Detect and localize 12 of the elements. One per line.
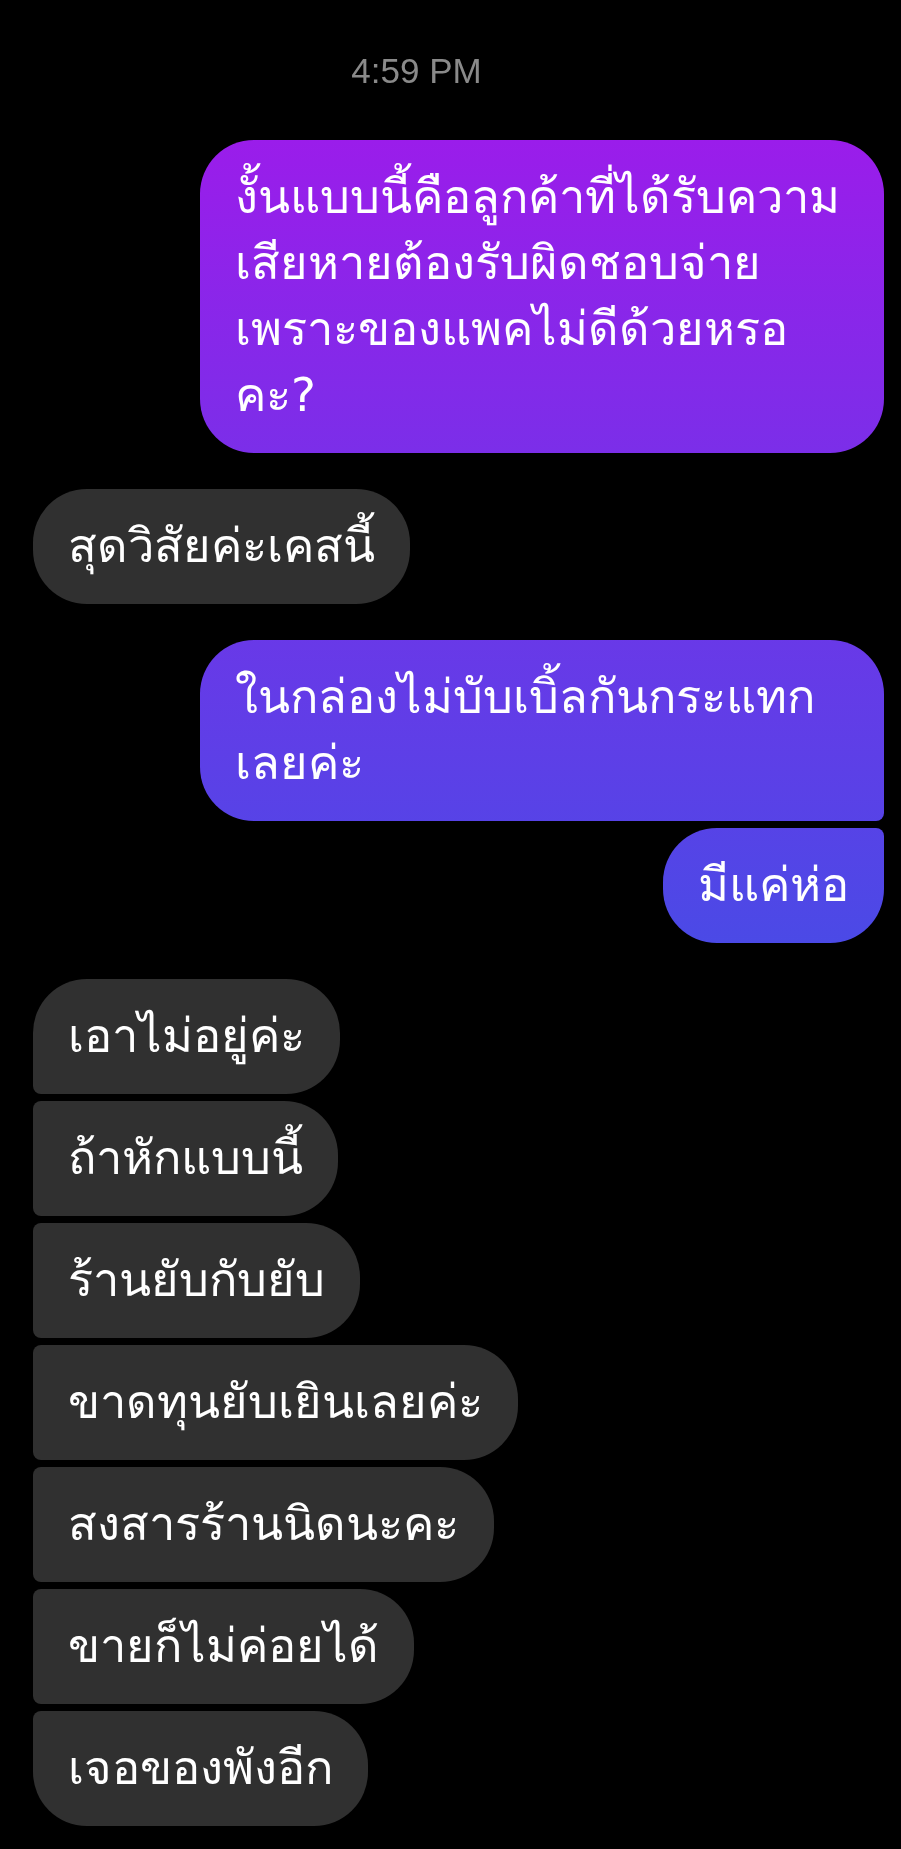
received-message-bubble: ขายก็ไม่ค่อยได้	[33, 1589, 414, 1704]
received-message-bubble: ขาดทุนยับเยินเลยค่ะ	[33, 1345, 518, 1460]
received-message-bubble: สงสารร้านนิดนะคะ	[33, 1467, 494, 1582]
sent-message-bubble: งั้นแบบนี้คือลูกค้าที่ได้รับความเสียหายต้องรับผิดชอบจ่ายเพราะของแพคไม่ดีด้วยหรอคะ?	[200, 140, 884, 453]
sent-message-bubble: ในกล่องไม่บับเบิ้ลกันกระแทกเลยค่ะ	[200, 640, 884, 821]
received-message-bubble: ร้านยับกับยับ	[33, 1223, 360, 1338]
received-message-bubble: ถ้าหักแบบนี้	[33, 1101, 338, 1216]
received-message-bubble: สุดวิสัยค่ะเคสนี้	[33, 489, 410, 604]
received-message-bubble: เอาไม่อยู่ค่ะ	[33, 979, 340, 1094]
received-message-bubble: เจอของพังอีก	[33, 1711, 368, 1826]
sent-message-bubble: มีแค่ห่อ	[663, 828, 884, 943]
timestamp: 4:59 PM	[351, 50, 482, 92]
